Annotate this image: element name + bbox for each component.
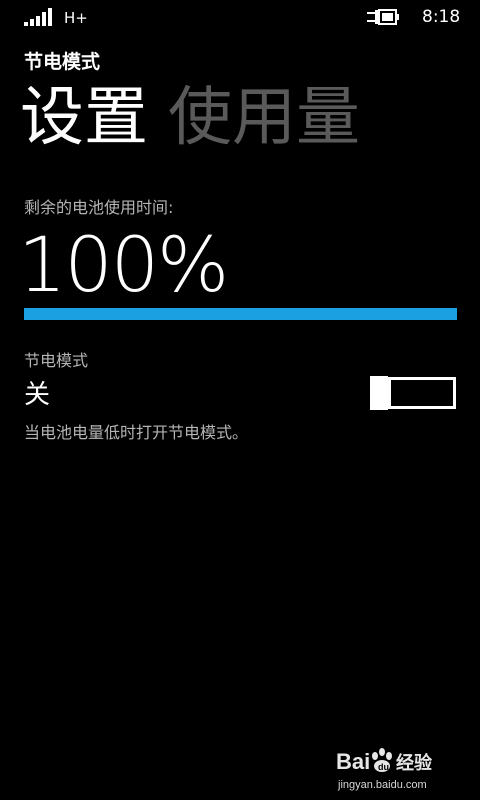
battery-level-fill <box>24 308 457 320</box>
baidu-jingyan-watermark: Bai du 经验 jingyan.baidu.com <box>330 744 470 796</box>
clock: 8:18 <box>422 7 461 27</box>
pivot-header: 设置 使用量 <box>20 78 380 158</box>
status-bar: H+ 8:18 <box>0 0 480 36</box>
battery-charging-icon <box>367 9 399 25</box>
battery-saver-label: 节电模式 <box>24 351 89 370</box>
battery-saver-state: 关 <box>24 380 51 410</box>
battery-remaining-label: 剩余的电池使用时间: <box>24 198 174 217</box>
toggle-track <box>388 377 456 409</box>
battery-saver-toggle[interactable] <box>370 376 456 410</box>
svg-text:du: du <box>378 762 389 772</box>
battery-saver-description: 当电池电量低时打开节电模式。 <box>24 423 249 442</box>
network-type: H+ <box>64 9 88 27</box>
battery-percentage: 100% <box>18 220 229 309</box>
svg-text:Bai: Bai <box>336 749 370 774</box>
toggle-thumb[interactable] <box>370 376 388 410</box>
svg-text:经验: 经验 <box>396 752 433 774</box>
tab-settings[interactable]: 设置 <box>20 78 148 158</box>
battery-level-bar <box>24 308 457 320</box>
tab-usage[interactable]: 使用量 <box>168 78 360 158</box>
baidu-logo-icon: Bai du 经验 <box>336 748 433 774</box>
watermark-url: jingyan.baidu.com <box>338 779 427 791</box>
signal-strength-icon <box>24 8 52 26</box>
app-title: 节电模式 <box>24 51 101 73</box>
